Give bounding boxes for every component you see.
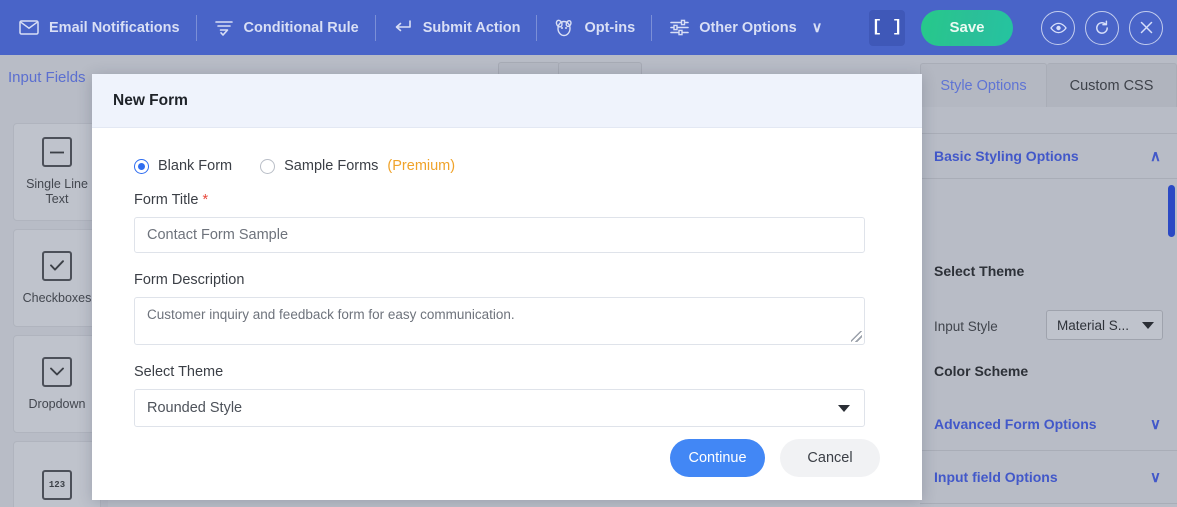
form-title-input[interactable]: Contact Form Sample — [134, 217, 865, 253]
premium-badge: (Premium) — [387, 158, 456, 174]
optins-monkey-icon — [553, 17, 575, 39]
field-tile-checkboxes[interactable]: Checkboxes — [13, 229, 101, 327]
toolbar-item-conditional-rule[interactable]: Conditional Rule — [213, 11, 375, 45]
input-style-label: Input Style — [934, 319, 998, 334]
chevron-down-icon: ∨ — [811, 19, 823, 36]
section-basic-styling-options[interactable]: Basic Styling Options ∧ — [920, 133, 1177, 179]
preview-icon[interactable] — [1041, 10, 1075, 45]
section-label: Basic Styling Options — [934, 148, 1079, 164]
tab-style-options[interactable]: Style Options — [920, 63, 1047, 107]
field-tile-label: Dropdown — [28, 396, 86, 411]
resize-grip-icon[interactable] — [851, 331, 862, 342]
theme-value: Rounded Style — [147, 400, 243, 416]
right-panel-scrollbar[interactable] — [1168, 185, 1175, 237]
toolbar-divider — [374, 14, 376, 41]
dropdown-icon — [42, 356, 72, 387]
form-description-label: Form Description — [134, 272, 245, 288]
toolbar-divider — [651, 14, 653, 41]
close-icon[interactable] — [1129, 10, 1163, 45]
new-form-dialog: New Form Blank Form Sample Forms (Premiu… — [92, 74, 922, 500]
chevron-down-icon — [838, 404, 850, 412]
toolbar-divider — [195, 14, 197, 41]
field-tile-label: Checkboxes — [22, 290, 92, 305]
dialog-footer: Continue Cancel — [92, 416, 922, 500]
form-description-textarea[interactable]: Customer inquiry and feedback form for e… — [134, 297, 865, 345]
sliders-icon — [668, 17, 690, 39]
radio-icon-selected — [134, 158, 149, 174]
toolbar-item-other-options[interactable]: Other Options ∨ — [668, 11, 838, 45]
field-tile-dropdown[interactable]: Dropdown — [13, 335, 101, 433]
dialog-title: New Form — [113, 91, 188, 109]
dialog-header: New Form — [92, 74, 922, 128]
radio-label: Blank Form — [158, 158, 233, 174]
toolbar-item-label: Other Options — [699, 19, 797, 36]
select-theme-label: Select Theme — [134, 364, 224, 380]
color-scheme-label: Color Scheme — [934, 363, 1029, 379]
section-advanced-form-options[interactable]: Advanced Form Options ∨ — [920, 398, 1177, 451]
field-tile-number[interactable]: 123 — [13, 441, 101, 507]
form-type-radio-group: Blank Form Sample Forms (Premium) — [134, 158, 880, 174]
radio-icon-unselected — [260, 158, 276, 174]
toolbar-item-submit-action[interactable]: Submit Action — [392, 11, 537, 45]
form-builder-screen: Email Notifications Conditional Rule Sub… — [0, 0, 1177, 507]
chevron-down-icon: ∨ — [1150, 469, 1161, 486]
style-panel-tabs: Style Options Custom CSS — [920, 63, 1177, 107]
toolbar-divider — [536, 14, 538, 41]
radio-blank-form[interactable]: Blank Form — [134, 158, 232, 174]
radio-sample-forms[interactable]: Sample Forms (Premium) — [260, 158, 455, 174]
conditional-rule-icon — [213, 17, 235, 39]
toolbar-item-label: Email Notifications — [49, 19, 180, 36]
toolbar-item-label: Submit Action — [422, 19, 521, 36]
envelope-icon — [18, 17, 40, 39]
input-style-select[interactable]: Material S... — [1046, 310, 1163, 340]
checkbox-icon — [42, 250, 72, 281]
toolbar-item-label: Conditional Rule — [243, 19, 359, 36]
submit-action-icon — [392, 17, 414, 39]
required-asterisk: * — [202, 192, 209, 208]
form-title-label: Form Title * — [134, 192, 880, 208]
chevron-up-icon: ∧ — [1150, 148, 1161, 165]
cancel-button[interactable]: Cancel — [780, 439, 880, 477]
refresh-icon[interactable] — [1085, 10, 1119, 45]
shortcode-button[interactable]: [ ] — [869, 9, 905, 46]
form-description-value: Customer inquiry and feedback form for e… — [147, 307, 515, 322]
form-title-label-text: Form Title — [134, 192, 199, 208]
toolbar-item-label: Opt-ins — [584, 19, 636, 36]
basic-styling-body: Select Theme Input Style Material S... — [920, 179, 1177, 351]
toolbar-item-optins[interactable]: Opt-ins — [553, 11, 651, 45]
section-input-field-options[interactable]: Input field Options ∨ — [920, 451, 1177, 504]
section-label: Input field Options — [934, 469, 1058, 485]
radio-label: Sample Forms — [284, 158, 379, 174]
section-label: Advanced Form Options — [934, 416, 1097, 432]
select-theme-label: Select Theme — [934, 263, 1025, 279]
chevron-down-icon: ∨ — [1150, 416, 1161, 433]
field-tile-label: Single Line Text — [26, 177, 88, 206]
input-style-value: Material S... — [1057, 317, 1130, 333]
style-options-panel: Style Options Custom CSS Basic Styling O… — [920, 55, 1177, 507]
save-button[interactable]: Save — [921, 9, 1013, 46]
tab-custom-css[interactable]: Custom CSS — [1047, 63, 1177, 107]
field-tile-single-line-text[interactable]: Single Line Text — [13, 123, 101, 221]
top-toolbar: Email Notifications Conditional Rule Sub… — [0, 0, 1177, 55]
single-line-text-icon — [42, 137, 72, 167]
number-icon: 123 — [42, 470, 72, 500]
chevron-down-icon — [1142, 321, 1154, 329]
continue-button[interactable]: Continue — [670, 439, 765, 477]
toolbar-item-email-notifications[interactable]: Email Notifications — [18, 11, 196, 45]
dialog-body: Blank Form Sample Forms (Premium) Form T… — [92, 128, 922, 427]
